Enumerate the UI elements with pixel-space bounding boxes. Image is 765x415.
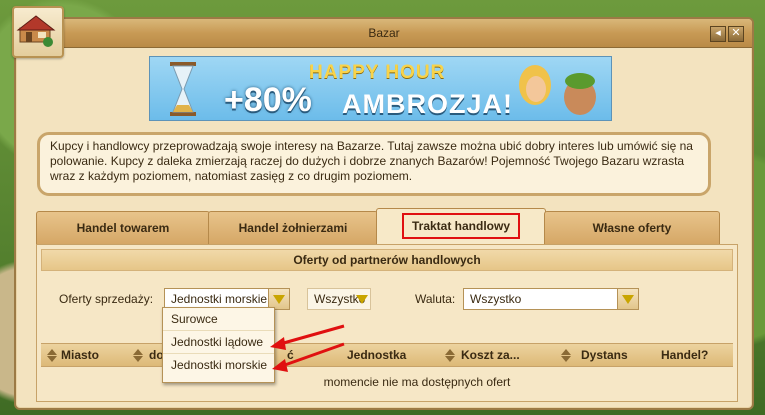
banner-product: AMBROZJA! bbox=[342, 89, 513, 119]
chevron-down-icon[interactable] bbox=[354, 289, 370, 309]
dropdown-option-jednostki-morskie[interactable]: Jednostki morskie bbox=[163, 354, 274, 376]
tab-traktat-handlowy[interactable]: Traktat handlowy bbox=[376, 208, 546, 244]
panel-heading: Oferty od partnerów handlowych bbox=[41, 249, 733, 271]
characters-icon bbox=[519, 65, 596, 115]
bazar-building-icon bbox=[12, 6, 64, 58]
banner-percent: +80% bbox=[224, 81, 312, 119]
currency-select[interactable]: Wszystko bbox=[463, 288, 639, 310]
offers-label: Oferty sprzedaży: bbox=[59, 292, 154, 306]
tab-wlasne-oferty[interactable]: Własne oferty bbox=[544, 211, 720, 244]
dropdown-option-surowce[interactable]: Surowce bbox=[163, 308, 274, 331]
chevron-down-icon[interactable] bbox=[268, 289, 289, 309]
empty-message-text: momencie nie ma dostępnych ofert bbox=[323, 375, 511, 389]
category-select[interactable]: Wszystko bbox=[307, 288, 371, 310]
sort-icon[interactable] bbox=[47, 349, 57, 355]
offers-dropdown-list: Surowce Jednostki lądowe Jednostki morsk… bbox=[162, 307, 275, 383]
bazar-description: Kupcy i handlowcy przeprowadzają swoje i… bbox=[37, 132, 711, 196]
tab-label: Handel towarem bbox=[76, 221, 170, 235]
dropdown-option-jednostki-ladowe[interactable]: Jednostki lądowe bbox=[163, 331, 274, 354]
tab-handel-towarem[interactable]: Handel towarem bbox=[36, 211, 210, 244]
title-bar: Bazar ◂ ✕ bbox=[16, 19, 752, 48]
chevron-down-icon[interactable] bbox=[617, 289, 638, 309]
back-button[interactable]: ◂ bbox=[710, 26, 726, 42]
tab-handel-zolnierzami[interactable]: Handel żołnierzami bbox=[208, 211, 378, 244]
sort-icon[interactable] bbox=[47, 356, 57, 362]
sort-icon[interactable] bbox=[133, 349, 143, 355]
tab-label: Własne oferty bbox=[592, 221, 672, 235]
sort-icon[interactable] bbox=[133, 356, 143, 362]
empty-message: momencie nie ma dostępnych ofert bbox=[37, 375, 737, 389]
sort-icon[interactable] bbox=[561, 356, 571, 362]
close-button[interactable]: ✕ bbox=[728, 26, 744, 42]
tab-bar: Handel towarem Handel żołnierzami Trakta… bbox=[36, 208, 736, 244]
window-title: Bazar bbox=[368, 26, 400, 40]
tab-label: Traktat handlowy bbox=[401, 213, 521, 239]
currency-select-value: Wszystko bbox=[470, 292, 522, 306]
table-header: Miasto do ć Jednostka Koszt za... Dystan… bbox=[41, 343, 733, 367]
offers-select-value: Jednostki morskie bbox=[171, 292, 268, 306]
offers-panel: Oferty od partnerów handlowych Oferty sp… bbox=[36, 244, 738, 402]
column-city[interactable]: Miasto bbox=[61, 348, 99, 362]
column-trade: Handel? bbox=[661, 348, 709, 362]
sort-icon[interactable] bbox=[445, 349, 455, 355]
column-cost[interactable]: Koszt za... bbox=[461, 348, 520, 362]
sort-icon[interactable] bbox=[445, 356, 455, 362]
annotation-arrows bbox=[270, 324, 345, 372]
column-distance[interactable]: Dystans bbox=[581, 348, 628, 362]
tab-label: Handel żołnierzami bbox=[238, 221, 348, 235]
hourglass-icon bbox=[170, 62, 196, 116]
sort-icon[interactable] bbox=[561, 349, 571, 355]
column-unit[interactable]: Jednostka bbox=[347, 348, 406, 362]
bazar-window: Bazar ◂ ✕ HAPPY HOUR +80% AMBROZJA! Kupc… bbox=[14, 17, 754, 410]
currency-label: Waluta: bbox=[415, 292, 456, 306]
banner-happy-hour: HAPPY HOUR bbox=[309, 62, 446, 83]
happy-hour-banner[interactable]: HAPPY HOUR +80% AMBROZJA! bbox=[149, 56, 612, 121]
